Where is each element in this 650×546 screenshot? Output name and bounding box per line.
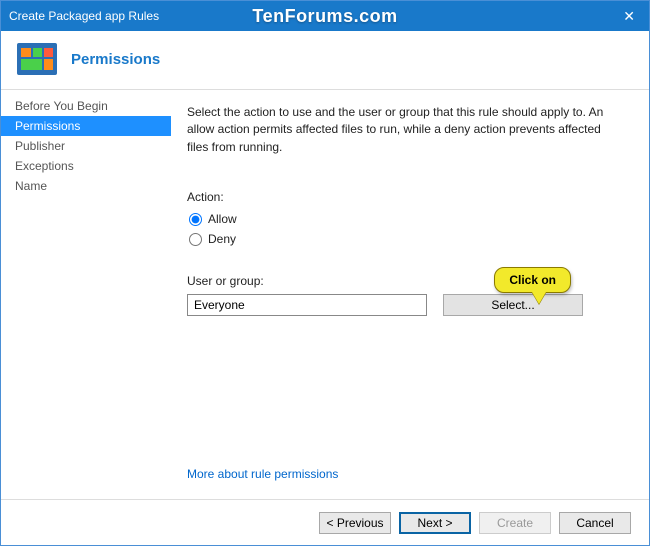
- window-title: Create Packaged app Rules: [9, 9, 159, 23]
- wizard-steps-sidebar: Before You Begin Permissions Publisher E…: [1, 90, 171, 499]
- titlebar: Create Packaged app Rules TenForums.com …: [1, 1, 649, 31]
- radio-deny-input[interactable]: [189, 233, 202, 246]
- cancel-button[interactable]: Cancel: [559, 512, 631, 534]
- description-text: Select the action to use and the user or…: [187, 104, 607, 156]
- sidebar-item-name[interactable]: Name: [1, 176, 171, 196]
- radio-deny-label: Deny: [208, 232, 236, 246]
- next-button[interactable]: Next >: [399, 512, 471, 534]
- page-title: Permissions: [71, 51, 160, 68]
- wizard-footer: < Previous Next > Create Cancel: [1, 499, 649, 545]
- user-group-input[interactable]: [187, 294, 427, 316]
- radio-deny[interactable]: Deny: [189, 232, 617, 246]
- radio-allow-label: Allow: [208, 212, 237, 226]
- action-label: Action:: [187, 190, 617, 204]
- wizard-header: Permissions: [1, 31, 649, 90]
- wizard-window: Create Packaged app Rules TenForums.com …: [0, 0, 650, 546]
- annotation-callout: Click on: [494, 267, 571, 304]
- sidebar-item-before-you-begin[interactable]: Before You Begin: [1, 96, 171, 116]
- radio-allow[interactable]: Allow: [189, 212, 617, 226]
- app-icon: [17, 43, 57, 75]
- more-about-link[interactable]: More about rule permissions: [187, 467, 617, 489]
- radio-allow-input[interactable]: [189, 213, 202, 226]
- sidebar-item-exceptions[interactable]: Exceptions: [1, 156, 171, 176]
- sidebar-item-permissions[interactable]: Permissions: [1, 116, 171, 136]
- wizard-body: Before You Begin Permissions Publisher E…: [1, 90, 649, 499]
- sidebar-item-publisher[interactable]: Publisher: [1, 136, 171, 156]
- watermark-text: TenForums.com: [252, 6, 397, 27]
- previous-button[interactable]: < Previous: [319, 512, 391, 534]
- close-icon[interactable]: ✕: [617, 8, 641, 25]
- main-panel: Click on Select the action to use and th…: [171, 90, 649, 499]
- callout-text: Click on: [494, 267, 571, 293]
- callout-tail-icon: [532, 292, 546, 304]
- create-button: Create: [479, 512, 551, 534]
